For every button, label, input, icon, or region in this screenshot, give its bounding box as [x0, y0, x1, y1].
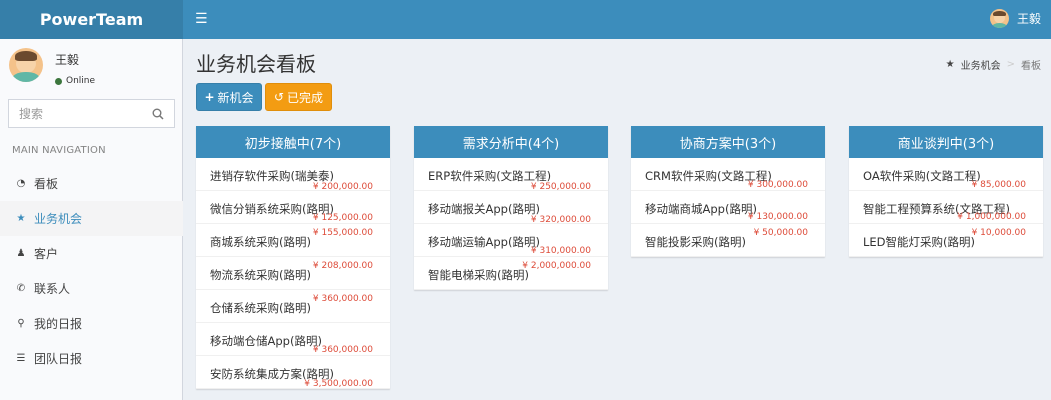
opportunity-name: 移动端仓储App(路明): [210, 334, 322, 348]
sidebar-search: [8, 99, 175, 128]
online-status: Online: [55, 76, 95, 86]
nav-header: MAIN NAVIGATION: [12, 145, 106, 156]
completed-label: 已完成: [287, 90, 324, 105]
opportunity-card[interactable]: 移动端运输App(路明) ¥ 310,000.00: [414, 224, 608, 257]
breadcrumb: ★ 业务机会 > 看板: [946, 57, 1041, 72]
opportunity-card[interactable]: 智能电梯采购(路明) ¥ 2,000,000.00: [414, 257, 608, 290]
sidebar-item-3[interactable]: ♟ 客户: [0, 236, 183, 271]
status-dot-icon: [55, 77, 62, 85]
new-opportunity-label: 新机会: [217, 90, 254, 105]
column-header: 需求分析中(4个): [414, 126, 608, 158]
bars-icon[interactable]: ☰: [195, 11, 208, 27]
opportunity-name: 移动端运输App(路明): [428, 235, 540, 249]
opportunity-name: 物流系统采购(路明): [210, 268, 311, 282]
opportunity-card[interactable]: LED智能灯采购(路明) ¥ 10,000.00: [849, 224, 1043, 257]
sidebar-item-label: 团队日报: [34, 352, 83, 366]
phone-icon: ✆: [16, 283, 26, 294]
sidebar-item-label: 联系人: [34, 282, 71, 296]
column-header: 协商方案中(3个): [631, 126, 825, 158]
opportunity-card[interactable]: 智能投影采购(路明) ¥ 50,000.00: [631, 224, 825, 257]
app-logo[interactable]: PowerTeam: [0, 0, 183, 39]
opportunity-name: 智能投影采购(路明): [645, 235, 746, 249]
opportunity-amount: ¥ 300,000.00: [747, 180, 808, 190]
opportunity-amount: ¥ 85,000.00: [971, 180, 1026, 190]
opportunity-name: 商城系统采购(路明): [210, 235, 311, 249]
opportunity-card[interactable]: 智能工程预算系统(文路工程) ¥ 1,000,000.00: [849, 191, 1043, 224]
column-header: 初步接触中(7个): [196, 126, 390, 158]
star-icon: ★: [16, 213, 26, 224]
opportunity-card[interactable]: CRM软件采购(文路工程) ¥ 300,000.00: [631, 158, 825, 191]
opportunity-amount: ¥ 360,000.00: [312, 294, 373, 304]
online-label: Online: [66, 76, 96, 86]
opportunity-card[interactable]: 商城系统采购(路明) ¥ 155,000.00: [196, 224, 390, 257]
opportunity-amount: ¥ 310,000.00: [530, 246, 591, 256]
sidebar-item-5[interactable]: ⚲ 我的日报: [0, 306, 183, 341]
opportunity-amount: ¥ 125,000.00: [312, 213, 373, 223]
opportunity-name: OA软件采购(文路工程): [863, 169, 981, 183]
opportunity-amount: ¥ 360,000.00: [312, 345, 373, 355]
completed-button[interactable]: ↺ 已完成: [265, 83, 332, 111]
user-menu[interactable]: 王毅: [989, 9, 1041, 28]
list-icon: ☰: [16, 353, 26, 364]
sidebar-item-label: 业务机会: [34, 212, 83, 226]
opportunity-amount: ¥ 2,000,000.00: [522, 261, 591, 271]
user-name: 王毅: [55, 53, 80, 67]
opportunity-card[interactable]: 微信分销系统采购(路明) ¥ 125,000.00: [196, 191, 390, 224]
board-column: 商业谈判中(3个) OA软件采购(文路工程) ¥ 85,000.00 智能工程预算系统…: [849, 126, 1043, 257]
sidebar-item-6[interactable]: ☰ 团队日报: [0, 341, 183, 376]
opportunity-amount: ¥ 130,000.00: [747, 212, 808, 222]
opportunity-card[interactable]: ERP软件采购(文路工程) ¥ 250,000.00: [414, 158, 608, 192]
opportunity-amount: ¥ 10,000.00: [971, 228, 1026, 238]
user-panel: 王毅 Online: [9, 48, 95, 86]
opportunity-card[interactable]: 移动端报关App(路明) ¥ 320,000.00: [414, 191, 608, 225]
avatar: [989, 9, 1009, 28]
board-column: 协商方案中(3个) CRM软件采购(文路工程) ¥ 300,000.00 移动端商城A…: [631, 126, 825, 257]
opportunity-card[interactable]: 移动端商城App(路明) ¥ 130,000.00: [631, 191, 825, 224]
board-column: 初步接触中(7个) 进销存软件采购(瑞美泰) ¥ 200,000.00 微信分销系统采…: [196, 126, 390, 389]
search-icon[interactable]: [152, 108, 164, 120]
opportunity-name: 移动端报关App(路明): [428, 202, 540, 216]
history-icon: ↺: [273, 90, 285, 104]
opportunity-card[interactable]: OA软件采购(文路工程) ¥ 85,000.00: [849, 158, 1043, 191]
sidebar-item-label: 客户: [34, 247, 59, 261]
sidebar-item-label: 我的日报: [34, 317, 83, 331]
opportunity-card[interactable]: 进销存软件采购(瑞美泰) ¥ 200,000.00: [196, 158, 390, 192]
opportunity-card[interactable]: 物流系统采购(路明) ¥ 208,000.00: [196, 257, 390, 290]
opportunity-card[interactable]: 安防系统集成方案(路明) ¥ 3,500,000.00: [196, 356, 390, 389]
sidebar-nav: ◔ 看板 ★ 业务机会 ♟ 客户 ✆ 联系人 ⚲ 我的日报 ☰ 团队日报: [0, 166, 183, 376]
avatar: [9, 48, 43, 82]
opportunity-amount: ¥ 155,000.00: [312, 228, 373, 238]
opportunity-name: 移动端商城App(路明): [645, 202, 757, 216]
opportunity-amount: ¥ 50,000.00: [753, 228, 808, 238]
sidebar-item-1[interactable]: ◔ 看板: [0, 166, 183, 201]
opportunity-name: LED智能灯采购(路明): [863, 235, 976, 249]
sidebar-item-2[interactable]: ★ 业务机会: [0, 201, 183, 236]
opportunity-amount: ¥ 1,000,000.00: [957, 212, 1026, 222]
star-icon: ★: [945, 59, 955, 70]
plus-icon: +: [204, 90, 215, 104]
top-navbar: PowerTeam ☰ 王毅: [0, 0, 1051, 39]
board-column: 需求分析中(4个) ERP软件采购(文路工程) ¥ 250,000.00 移动端报关A…: [414, 126, 608, 290]
breadcrumb-home[interactable]: 业务机会: [961, 57, 1001, 72]
main-content: 业务机会看板 ★ 业务机会 > 看板 + 新机会 ↺ 已完成 初步接触中(7个)…: [184, 39, 1051, 400]
new-opportunity-button[interactable]: + 新机会: [196, 83, 262, 111]
sidebar: 王毅 Online MAIN NAVIGATION ◔ 看板 ★ 业务机会 ♟ 客户 ✆ 联系…: [0, 39, 183, 400]
opportunity-name: 仓储系统采购(路明): [210, 301, 311, 315]
opportunity-amount: ¥ 3,500,000.00: [304, 379, 373, 389]
page-title: 业务机会看板: [196, 52, 316, 76]
pin-icon: ⚲: [17, 318, 25, 329]
opportunity-card[interactable]: 仓储系统采购(路明) ¥ 360,000.00: [196, 290, 390, 323]
opportunity-amount: ¥ 208,000.00: [312, 261, 373, 271]
opportunity-card[interactable]: 移动端仓储App(路明) ¥ 360,000.00: [196, 323, 390, 356]
user-icon: ♟: [16, 248, 26, 259]
breadcrumb-separator: >: [1006, 59, 1015, 70]
dashboard-icon: ◔: [16, 178, 26, 189]
search-input[interactable]: [19, 106, 139, 121]
sidebar-item-label: 看板: [34, 177, 59, 191]
column-header: 商业谈判中(3个): [849, 126, 1043, 158]
opportunity-name: 智能电梯采购(路明): [428, 268, 529, 282]
user-menu-name: 王毅: [1016, 12, 1041, 26]
breadcrumb-current: 看板: [1021, 61, 1041, 72]
sidebar-item-4[interactable]: ✆ 联系人: [0, 271, 183, 306]
